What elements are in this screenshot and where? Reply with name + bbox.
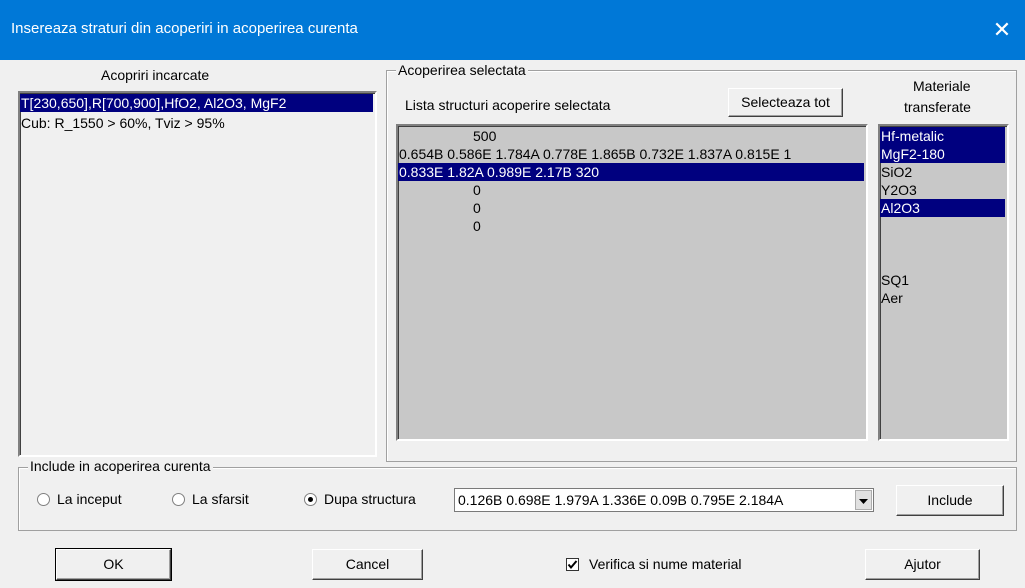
- structure-list-item-label: 0.654B 0.586E 1.784A 0.778E 1.865B 0.732…: [399, 146, 792, 162]
- structures-list[interactable]: 500 0.654B 0.586E 1.784A 0.778E 1.865B 0.…: [396, 124, 868, 441]
- material-list-item[interactable]: MgF2-180: [880, 145, 1005, 163]
- material-list-item[interactable]: SiO2: [880, 163, 1005, 181]
- material-list-item-label: Hf-metalic: [881, 128, 945, 144]
- materials-label-line1: Materiale: [913, 78, 971, 94]
- structure-combo[interactable]: 0.126B 0.698E 1.979A 1.336E 0.09B 0.795E…: [454, 488, 874, 512]
- close-icon[interactable]: ✕: [979, 0, 1025, 60]
- structure-combo-value: 0.126B 0.698E 1.979A 1.336E 0.09B 0.795E…: [458, 492, 784, 508]
- structure-list-item-label: 0: [473, 182, 481, 198]
- chevron-down-icon[interactable]: [855, 490, 872, 510]
- structure-list-item[interactable]: 500: [398, 127, 864, 145]
- title-bar: Insereaza straturi din acoperiri in acop…: [0, 0, 1025, 60]
- radio-label[interactable]: La inceput: [57, 491, 122, 507]
- select-all-button[interactable]: Selecteaza tot: [728, 88, 843, 117]
- ok-button[interactable]: OK: [55, 548, 172, 581]
- structure-list-item-label: 500: [473, 128, 497, 144]
- material-list-item-label: Al2O3: [881, 200, 920, 216]
- help-button[interactable]: Ajutor: [865, 549, 980, 580]
- radio-indicator[interactable]: [37, 493, 50, 506]
- material-list-item-label: SQ1: [881, 272, 910, 288]
- loaded-coatings-list[interactable]: T[230,650],R[700,900],HfO2, Al2O3, MgF2 C…: [18, 91, 377, 457]
- material-list-item[interactable]: [880, 217, 1005, 235]
- structure-list-item[interactable]: 0.654B 0.586E 1.784A 0.778E 1.865B 0.732…: [398, 145, 864, 163]
- structure-list-item-label: 0: [473, 200, 481, 216]
- selected-coating-title: Acoperirea selectata: [396, 62, 528, 78]
- structure-list-item[interactable]: 0: [398, 199, 864, 217]
- structure-list-item[interactable]: 0.833E 1.82A 0.989E 2.17B 320: [398, 163, 864, 181]
- structures-list-label: Lista structuri acoperire selectata: [405, 97, 611, 113]
- material-list-item[interactable]: Hf-metalic: [880, 127, 1005, 145]
- structure-list-item[interactable]: 0: [398, 181, 864, 199]
- material-list-item[interactable]: Al2O3: [880, 199, 1005, 217]
- coating-list-item-label: T[230,650],R[700,900],HfO2, Al2O3, MgF2: [21, 95, 287, 111]
- structure-list-item-label: 0: [473, 218, 481, 234]
- include-button[interactable]: Include: [896, 485, 1004, 516]
- radio-label[interactable]: La sfarsit: [192, 491, 249, 507]
- include-group-title: Include in acoperirea curenta: [28, 458, 213, 474]
- material-list-item[interactable]: Aer: [880, 289, 1005, 307]
- material-list-item[interactable]: [880, 235, 1005, 253]
- window-title: Insereaza straturi din acoperiri in acop…: [11, 20, 358, 37]
- coating-list-item-label: Cub: R_1550 > 60%, Tviz > 95%: [21, 115, 225, 131]
- structure-list-item[interactable]: 0: [398, 217, 864, 235]
- material-list-item[interactable]: SQ1: [880, 271, 1005, 289]
- verify-material-checkbox[interactable]: [566, 558, 579, 571]
- materials-list[interactable]: Hf-metalic MgF2-180 SiO2 Y2O3 Al2O3 SQ1 Aer: [878, 124, 1009, 441]
- radio-indicator[interactable]: [172, 493, 185, 506]
- material-list-item-label: Y2O3: [881, 182, 917, 198]
- material-list-item-label: Aer: [881, 290, 903, 306]
- radio-indicator[interactable]: [304, 493, 317, 506]
- coating-list-item[interactable]: Cub: R_1550 > 60%, Tviz > 95%: [20, 114, 373, 132]
- cancel-button[interactable]: Cancel: [312, 549, 423, 580]
- material-list-item-label: SiO2: [881, 164, 913, 180]
- materials-label-line2: transferate: [904, 99, 971, 115]
- loaded-coatings-label: Acopriri incarcate: [101, 67, 210, 83]
- material-list-item-label: MgF2-180: [881, 146, 945, 162]
- coating-list-item[interactable]: T[230,650],R[700,900],HfO2, Al2O3, MgF2: [20, 94, 373, 112]
- material-list-item[interactable]: [880, 253, 1005, 271]
- material-list-item[interactable]: Y2O3: [880, 181, 1005, 199]
- structure-list-item-label: 0.833E 1.82A 0.989E 2.17B 320: [399, 164, 600, 180]
- radio-label[interactable]: Dupa structura: [324, 491, 416, 507]
- dialog-body: Acopriri incarcate T[230,650],R[700,900]…: [0, 60, 1025, 588]
- verify-material-label[interactable]: Verifica si nume material: [589, 556, 742, 572]
